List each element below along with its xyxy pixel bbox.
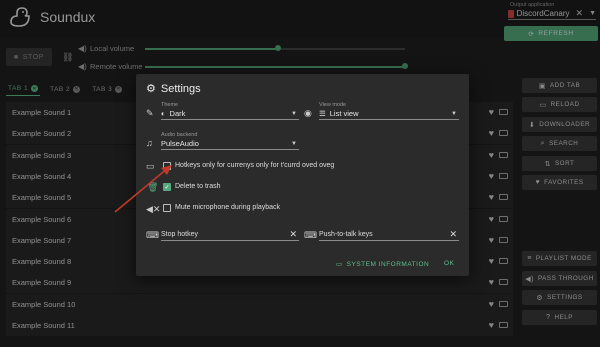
close-icon[interactable]: ✕ (449, 229, 457, 240)
settings-dialog: ⚙ Settings ✎ Theme ◐ Dark ▼ ◉ View mode … (136, 74, 469, 276)
window-icon: ▭ (146, 161, 155, 171)
theme-select[interactable]: ◐ Dark ▼ (161, 108, 299, 120)
mute-speaker-icon: ◀✕ (146, 204, 161, 214)
settings-title: ⚙ Settings (146, 82, 201, 96)
trash-icon: 🗑 (147, 182, 159, 192)
theme-brush-icon: ✎ (146, 108, 154, 118)
chevron-down-icon: ▼ (291, 110, 297, 117)
push-to-talk-field[interactable]: Push-to-talk keys ✕ (319, 229, 459, 241)
hotkeys-current-label: Hotkeys only for currenys only for t'cur… (175, 162, 335, 169)
mute-microphone-checkbox[interactable] (163, 204, 171, 212)
system-information-label: SYSTEM INFORMATION (346, 260, 430, 268)
delete-to-trash-label: Delete to trash (175, 183, 221, 190)
monitor-icon: ▭ (336, 261, 343, 268)
audio-backend-select[interactable]: PulseAudio ▼ (161, 138, 299, 150)
chevron-down-icon: ▼ (291, 140, 297, 147)
theme-mode-icon: ◐ (161, 109, 166, 118)
keyboard-icon: ⌨ (304, 230, 317, 240)
settings-title-text: Settings (160, 82, 201, 95)
system-information-button[interactable]: ▭ SYSTEM INFORMATION (336, 260, 430, 269)
keyboard-icon: ⌨ (146, 230, 159, 240)
hotkeys-current-checkbox[interactable] (163, 162, 171, 170)
delete-to-trash-checkbox[interactable]: ✓ (163, 183, 171, 191)
stop-hotkey-field[interactable]: Stop hotkey ✕ (161, 229, 299, 241)
gear-icon: ⚙ (146, 83, 156, 95)
audio-backend-icon: ♫ (146, 138, 153, 148)
theme-value: Dark (169, 109, 186, 118)
stop-hotkey-placeholder: Stop hotkey (161, 231, 198, 238)
eye-icon: ◉ (304, 108, 312, 118)
ok-button[interactable]: OK (444, 260, 454, 267)
chevron-down-icon: ▼ (451, 110, 457, 117)
audio-backend-value: PulseAudio (161, 139, 199, 148)
close-icon[interactable]: ✕ (289, 229, 297, 240)
list-view-icon: ☰ (319, 109, 326, 118)
view-mode-select[interactable]: ☰ List view ▼ (319, 108, 459, 120)
view-mode-value: List view (329, 109, 359, 118)
push-to-talk-placeholder: Push-to-talk keys (319, 231, 373, 238)
mute-microphone-label: Mute microphone during playback (175, 204, 281, 211)
